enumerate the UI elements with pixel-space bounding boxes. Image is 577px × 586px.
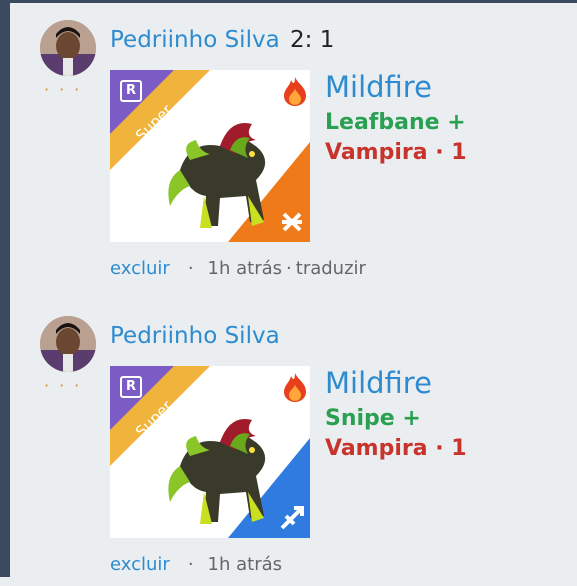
- separator-dot: ·: [187, 554, 194, 575]
- fire-element-icon: [282, 372, 308, 402]
- comment-actions: excluir · 1h atrás · traduzir: [110, 258, 366, 279]
- twin-arrows-icon: [276, 206, 308, 238]
- author-name[interactable]: Pedriinho Silva: [110, 323, 280, 349]
- timestamp: 1h atrás: [207, 554, 283, 575]
- skill-secondary: Vampira · 1: [325, 436, 467, 461]
- dragon-name[interactable]: Mildfire: [325, 70, 432, 104]
- timestamp: 1h atrás: [207, 258, 283, 279]
- score: 2: 1: [290, 27, 335, 53]
- more-options-icon[interactable]: ···: [44, 376, 89, 395]
- rarity-badge: R: [120, 376, 142, 398]
- author-name[interactable]: Pedriinho Silva: [110, 27, 280, 53]
- skill-secondary: Vampira · 1: [325, 140, 467, 165]
- comment-actions: excluir · 1h atrás: [110, 554, 282, 575]
- arrow-shot-icon: [276, 502, 308, 534]
- avatar[interactable]: [40, 316, 96, 372]
- skill-primary: Snipe +: [325, 406, 421, 431]
- dragon-card[interactable]: R Super: [110, 366, 310, 538]
- delete-link[interactable]: excluir: [110, 258, 170, 279]
- dragon-name[interactable]: Mildfire: [325, 366, 432, 400]
- more-options-icon[interactable]: ···: [44, 80, 89, 99]
- delete-link[interactable]: excluir: [110, 554, 170, 575]
- comment-post: ··· Pedriinho Silva R Super Mildfire Sni…: [0, 296, 577, 586]
- avatar[interactable]: [40, 20, 96, 76]
- separator-dot: ·: [286, 258, 292, 279]
- skill-primary: Leafbane +: [325, 110, 466, 135]
- separator-dot: ·: [187, 258, 194, 279]
- dragon-card[interactable]: R Super: [110, 70, 310, 242]
- comment-post: ··· Pedriinho Silva 2: 1 R Super Mildfir…: [0, 0, 577, 290]
- rarity-badge: R: [120, 80, 142, 102]
- fire-element-icon: [282, 76, 308, 106]
- translate-link[interactable]: traduzir: [296, 258, 366, 279]
